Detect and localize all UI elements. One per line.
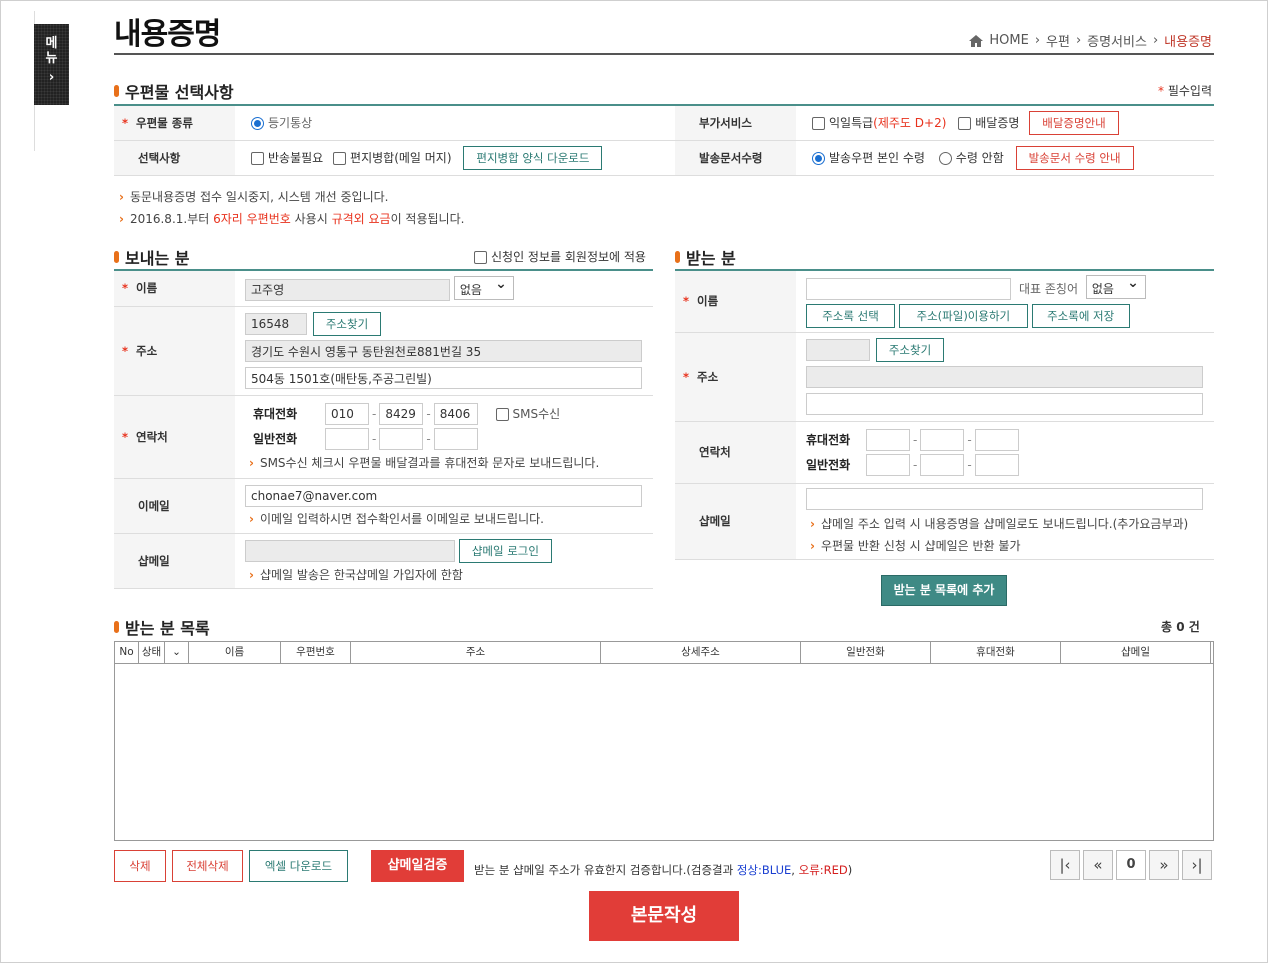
chevron-right-icon: › (48, 70, 55, 85)
express-checkbox[interactable] (812, 116, 825, 130)
receiver-find-address-button[interactable]: 주소찾기 (875, 338, 945, 362)
receiver-phone-2[interactable] (920, 453, 965, 476)
title-divider (114, 53, 1214, 55)
receiver-mobile-1[interactable] (866, 428, 910, 451)
sender-mobile-2[interactable] (379, 402, 424, 425)
delivery-proof-guide-button[interactable]: 배달증명안내 (1029, 110, 1119, 135)
menu-label: 뉴 (45, 51, 58, 66)
receiver-mobile-2[interactable] (920, 428, 965, 451)
merge-template-download-button[interactable]: 편지병합 양식 다운로드 (463, 145, 603, 170)
receiver-detail-address-input[interactable] (806, 393, 1203, 415)
verify-note: 받는 분 샵메일 주소가 유효한지 검증합니다.(검증결과 정상:BLUE, 오… (474, 863, 853, 877)
receiver-honorific-select[interactable]: 없음 (1085, 274, 1146, 299)
sender-detail-address-input[interactable] (245, 367, 642, 389)
col-phone: 일반전화 (801, 642, 931, 663)
mail-merge-checkbox[interactable] (333, 151, 347, 165)
receiver-list-total: 총 0 건 (1161, 620, 1200, 634)
breadcrumb-post[interactable]: 우편 (1046, 31, 1070, 50)
sender-zip-input[interactable] (245, 313, 307, 335)
section-title: 우편물 선택사항 (114, 79, 234, 103)
address-book-save-button[interactable]: 주소록에 저장 (1031, 303, 1130, 328)
breadcrumb-home[interactable]: HOME (989, 33, 1028, 48)
excel-download-button[interactable]: 엑셀 다운로드 (249, 850, 348, 882)
receiver-zip-input[interactable] (806, 339, 870, 361)
col-name: 이름 (189, 642, 281, 663)
col-status: 상태 (139, 642, 165, 663)
chevron-right-icon: › (1034, 33, 1041, 48)
sender-find-address-button[interactable]: 주소찾기 (312, 312, 382, 336)
current-page[interactable]: 0 (1116, 850, 1146, 880)
menu-label: 메 (45, 36, 58, 51)
shapmail-verify-button[interactable]: 샵메일검증 (371, 850, 464, 882)
receiver-list-grid: No 상태 ⌄ 이름 우편번호 주소 상세주소 일반전화 휴대전화 샵메일 (114, 641, 1214, 841)
delete-all-button[interactable]: 전체삭제 (172, 850, 243, 882)
receiver-address-input[interactable] (806, 366, 1203, 388)
sender-shapmail-input[interactable] (245, 539, 455, 562)
col-address: 주소 (351, 642, 601, 663)
required-note: * 필수입력 (1158, 84, 1212, 98)
sender-phone-3[interactable] (433, 427, 478, 450)
next-page-icon[interactable]: » (1149, 850, 1179, 880)
home-icon[interactable] (969, 34, 984, 47)
apply-member-checkbox[interactable] (474, 251, 487, 264)
sender-name-input[interactable] (245, 278, 450, 301)
sender-email-input[interactable] (245, 484, 642, 507)
col-no: No (115, 642, 139, 663)
address-file-button[interactable]: 주소(파일)이용하기 (898, 303, 1028, 328)
chevron-down-icon[interactable]: ⌄ (165, 642, 189, 663)
receiver-list-title: 받는 분 목록 (114, 615, 210, 639)
receipt-none-radio[interactable] (938, 151, 952, 165)
receipt-self-radio[interactable] (812, 151, 825, 165)
sender-mobile-1[interactable] (325, 402, 369, 425)
col-shapmail: 샵메일 (1061, 642, 1211, 663)
last-page-icon[interactable]: ›| (1182, 850, 1212, 880)
receiver-phone-3[interactable] (974, 453, 1019, 476)
pagination: |‹ « 0 » ›| (1050, 850, 1212, 880)
breadcrumb: HOME › 우편 › 증명서비스 › 내용증명 (969, 31, 1212, 50)
receiver-section-title: 받는 분 (675, 245, 736, 269)
sender-table: *이름 없음 *주소 주소찾기 *연락처 휴대전화-- SMS수신 일반전화--… (114, 269, 653, 589)
no-return-checkbox[interactable] (251, 151, 264, 165)
receiver-phone-1[interactable] (866, 453, 910, 476)
receipt-guide-button[interactable]: 발송문서 수령 안내 (1015, 145, 1134, 170)
breadcrumb-cert[interactable]: 증명서비스 (1087, 31, 1147, 50)
col-mobile: 휴대전화 (931, 642, 1061, 663)
mail-type-radio[interactable] (251, 117, 264, 131)
page-title: 내용증명 (114, 17, 221, 52)
sender-mobile-3[interactable] (433, 402, 478, 425)
sender-section-title: 보내는 분 (114, 245, 189, 269)
apply-member-info: 신청인 정보를 회원정보에 적용 (474, 248, 646, 265)
selection-table: * 우편물 종류 등기통상 부가서비스 익일특급(제주도 D+2) 배달증명 배달… (114, 104, 1214, 176)
receiver-mobile-3[interactable] (974, 428, 1019, 451)
prev-page-icon[interactable]: « (1083, 850, 1113, 880)
sender-phone-2[interactable] (379, 427, 424, 450)
receiver-name-input[interactable] (806, 277, 1011, 300)
sender-title-select[interactable]: 없음 (453, 276, 514, 300)
notice-2: 2016.8.1.부터 6자리 우편번호 사용시 규격외 요금이 적용됩니다. (119, 210, 465, 227)
sender-address-input[interactable] (245, 340, 642, 362)
receiver-shapmail-input[interactable] (806, 488, 1203, 510)
sms-checkbox[interactable] (495, 407, 509, 421)
delivery-proof-checkbox[interactable] (958, 116, 972, 130)
col-detail-address: 상세주소 (601, 642, 801, 663)
delete-button[interactable]: 삭제 (114, 850, 166, 882)
receiver-table: *이름 대표 존칭어 없음 주소록 선택 주소(파일)이용하기 주소록에 저장 … (675, 269, 1214, 560)
shapmail-login-button[interactable]: 샵메일 로그인 (458, 538, 552, 563)
chevron-right-icon: › (1152, 33, 1159, 48)
address-book-select-button[interactable]: 주소록 선택 (806, 303, 895, 328)
breadcrumb-current: 내용증명 (1164, 35, 1212, 50)
add-receiver-button[interactable]: 받는 분 목록에 추가 (881, 575, 1007, 606)
side-menu-button[interactable]: 메 뉴 › (34, 24, 69, 105)
notice-1: 동문내용증명 접수 일시중지, 시스템 개선 중입니다. (119, 188, 389, 205)
chevron-right-icon: › (1075, 33, 1082, 48)
grid-header: No 상태 ⌄ 이름 우편번호 주소 상세주소 일반전화 휴대전화 샵메일 (115, 642, 1213, 664)
sender-phone-1[interactable] (325, 427, 369, 450)
first-page-icon[interactable]: |‹ (1050, 850, 1080, 880)
compose-body-button[interactable]: 본문작성 (589, 891, 739, 941)
col-zip: 우편번호 (281, 642, 351, 663)
